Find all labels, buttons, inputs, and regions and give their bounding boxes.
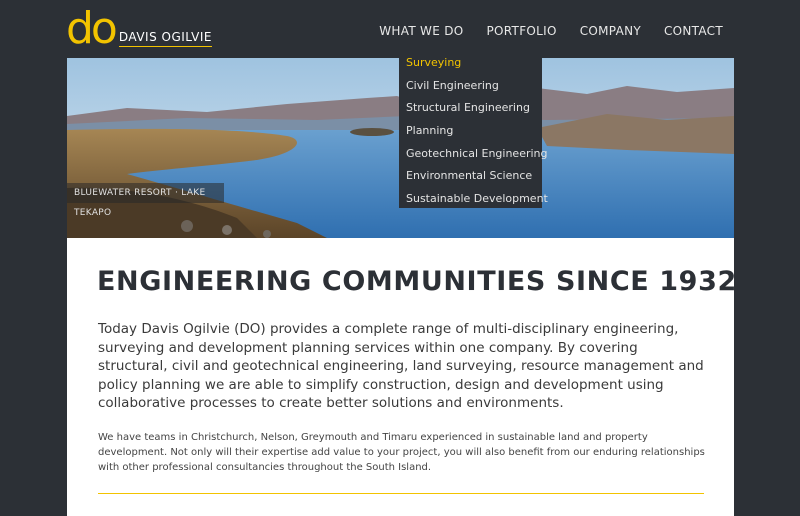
dropdown-item-surveying[interactable]: Surveying <box>399 52 542 75</box>
main-content: ENGINEERING COMMUNITIES SINCE 1932 Today… <box>67 238 737 516</box>
nav-item-contact[interactable]: CONTACT <box>664 24 723 38</box>
dropdown-item-sustainable-development[interactable]: Sustainable Development <box>399 188 548 211</box>
nav-item-company[interactable]: COMPANY <box>580 24 641 38</box>
body-paragraph: We have teams in Christchurch, Nelson, G… <box>98 432 705 473</box>
dropdown-item-geotechnical-engineering[interactable]: Geotechnical Engineering <box>399 143 548 166</box>
dropdown-item-structural-engineering[interactable]: Structural Engineering <box>399 97 542 120</box>
main-nav: WHAT WE DO PORTFOLIO COMPANY CONTACT <box>356 24 723 38</box>
dropdown-item-civil-engineering[interactable]: Civil Engineering <box>399 75 542 98</box>
lead-paragraph: Today Davis Ogilvie (DO) provides a comp… <box>98 321 704 411</box>
divider <box>98 493 704 494</box>
page-headline: ENGINEERING COMMUNITIES SINCE 1932 <box>97 266 737 297</box>
nav-item-portfolio[interactable]: PORTFOLIO <box>487 24 557 38</box>
hero-caption: BLUEWATER RESORT · LAKE TEKAPO <box>67 183 224 218</box>
dropdown-item-environmental-science[interactable]: Environmental Science <box>399 165 542 188</box>
what-we-do-dropdown: Surveying Civil Engineering Structural E… <box>399 49 548 211</box>
logo-mark: do <box>66 3 118 54</box>
logo[interactable]: do DAVIS OGILVIE <box>66 3 212 54</box>
section-heading-cutoff-left <box>98 510 228 516</box>
dropdown-item-planning[interactable]: Planning <box>399 120 542 143</box>
section-heading-cutoff-right <box>532 510 682 516</box>
nav-item-what-we-do[interactable]: WHAT WE DO <box>379 24 463 38</box>
logo-text: DAVIS OGILVIE <box>118 30 212 47</box>
